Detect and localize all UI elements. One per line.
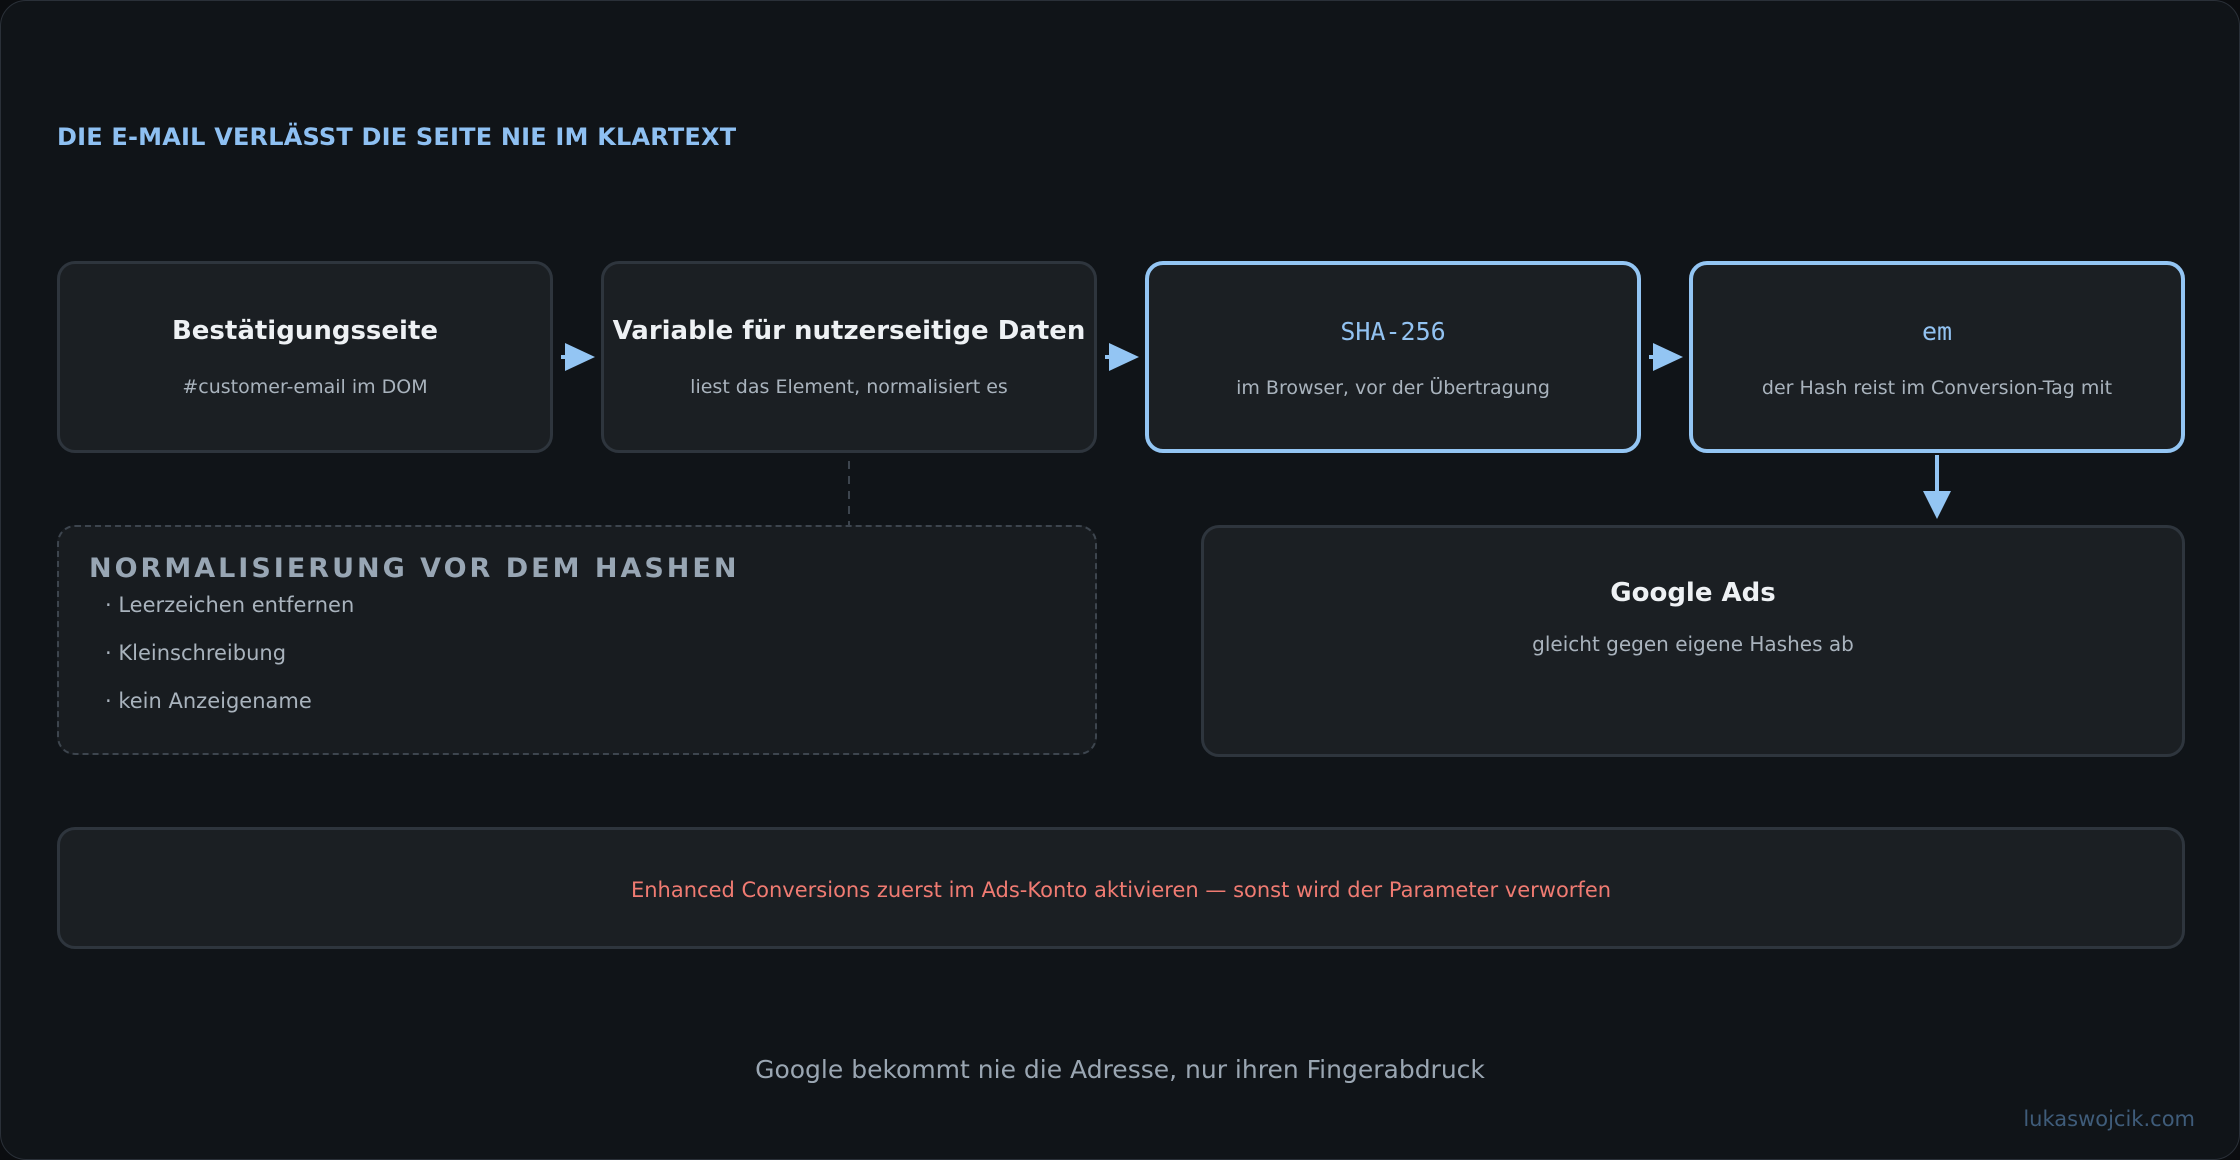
- google-ads-title: Google Ads: [1610, 578, 1776, 608]
- step-subtitle: liest das Element, normalisiert es: [690, 376, 1008, 398]
- step-title: Bestätigungsseite: [171, 316, 439, 346]
- footer-caption: Google bekommt nie die Adresse, nur ihre…: [755, 1055, 1485, 1084]
- step-subtitle: der Hash reist im Conversion-Tag mit: [1761, 377, 2113, 399]
- normalization-panel: NORMALISIERUNG VOR DEM HASHEN · Leerzeic…: [57, 525, 1097, 755]
- step-em-parameter: em der Hash reist im Conversion-Tag mit: [1689, 261, 2185, 453]
- arrow-right-icon: [1649, 343, 1683, 371]
- arrow-right-icon: [561, 343, 595, 371]
- google-ads-subtitle: gleicht gegen eigene Hashes ab: [1532, 632, 1854, 656]
- normalization-heading: NORMALISIERUNG VOR DEM HASHEN: [89, 553, 740, 584]
- step-title: Variable für nutzerseitige Daten: [612, 316, 1086, 346]
- arrow-right-icon: [1105, 343, 1139, 371]
- step-confirmation-page: Bestätigungsseite #customer-email im DOM: [57, 261, 553, 453]
- arrow-down-icon: [1923, 455, 1951, 519]
- normalization-item: · kein Anzeigename: [105, 689, 312, 713]
- step-sha256: SHA-256 im Browser, vor der Übertragung: [1145, 261, 1641, 453]
- step-subtitle: #customer-email im DOM: [182, 376, 428, 398]
- warning-banner: Enhanced Conversions zuerst im Ads-Konto…: [57, 827, 2185, 949]
- step-title: SHA-256: [1340, 317, 1446, 346]
- google-ads-box: Google Ads gleicht gegen eigene Hashes a…: [1201, 525, 2185, 757]
- normalization-item: · Kleinschreibung: [105, 641, 287, 665]
- step-title: em: [1921, 317, 1953, 346]
- step-user-data-variable: Variable für nutzerseitige Daten liest d…: [601, 261, 1097, 453]
- diagram-title: DIE E-MAIL VERLÄSST DIE SEITE NIE IM KLA…: [57, 123, 737, 151]
- normalization-item: · Leerzeichen entfernen: [105, 593, 355, 617]
- step-subtitle: im Browser, vor der Übertragung: [1236, 377, 1550, 399]
- warning-text: Enhanced Conversions zuerst im Ads-Konto…: [630, 878, 1612, 902]
- credit-label: lukaswojcik.com: [2023, 1107, 2195, 1131]
- diagram-canvas: DIE E-MAIL VERLÄSST DIE SEITE NIE IM KLA…: [0, 0, 2240, 1160]
